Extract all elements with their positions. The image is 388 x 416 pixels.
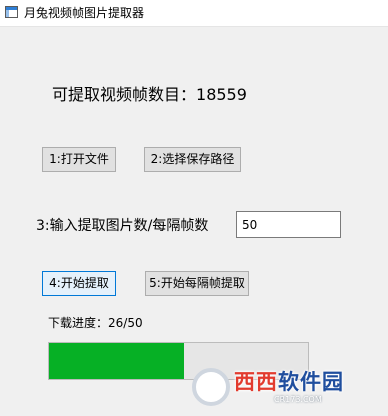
- extract-count-input[interactable]: [236, 211, 341, 238]
- frame-count-label: 可提取视频帧数目：: [52, 85, 197, 104]
- open-file-button[interactable]: 1:打开文件: [42, 147, 116, 172]
- watermark-c-icon: [192, 368, 230, 406]
- start-interval-extract-button[interactable]: 5:开始每隔帧提取: [145, 271, 249, 296]
- watermark-brand-part1: 西西: [234, 370, 278, 394]
- window-title: 月兔视频帧图片提取器: [24, 6, 145, 20]
- app-window-icon: [5, 6, 18, 18]
- progress-label: 下载进度：26/50: [48, 316, 143, 330]
- title-bar[interactable]: 月兔视频帧图片提取器: [0, 0, 388, 27]
- progress-fill: [49, 343, 184, 379]
- start-extract-button[interactable]: 4:开始提取: [42, 271, 116, 296]
- watermark-brand: 西西软件园: [234, 369, 344, 395]
- frame-count-display: 可提取视频帧数目：18559: [52, 84, 247, 106]
- choose-save-path-button[interactable]: 2:选择保存路径: [144, 147, 241, 172]
- watermark-logo: 西西软件园 CR173.COM: [192, 366, 382, 410]
- extract-count-label: 3:输入提取图片数/每隔帧数: [36, 218, 209, 234]
- watermark-brand-part2: 软件园: [278, 370, 344, 394]
- frame-count-value: 18559: [196, 85, 247, 104]
- main-window: 月兔视频帧图片提取器 可提取视频帧数目：18559 1:打开文件 2:选择保存路…: [0, 0, 388, 416]
- watermark-domain: CR173.COM: [274, 395, 322, 404]
